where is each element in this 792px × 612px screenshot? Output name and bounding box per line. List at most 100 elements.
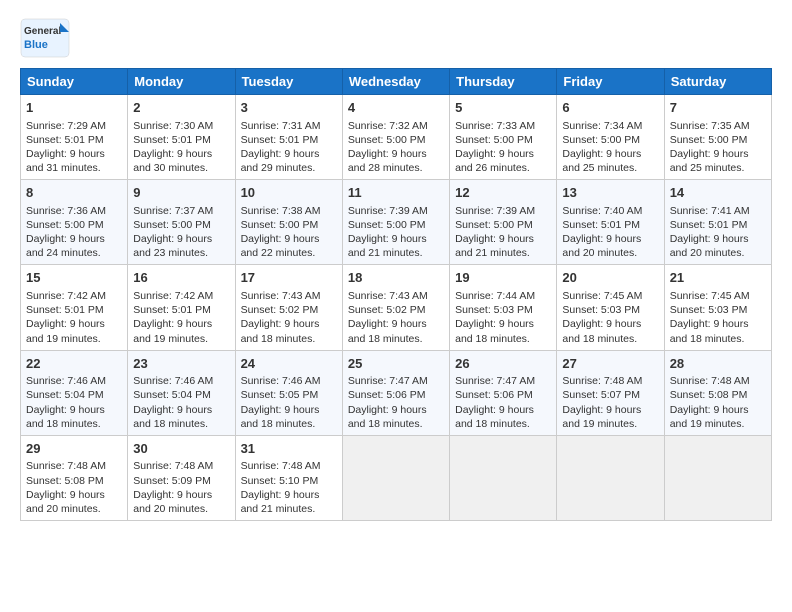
daylight-text: Daylight: 9 hours and 20 minutes.: [670, 233, 749, 259]
calendar-cell: 19Sunrise: 7:44 AMSunset: 5:03 PMDayligh…: [450, 265, 557, 350]
daylight-text: Daylight: 9 hours and 30 minutes.: [133, 148, 212, 174]
calendar-cell: 13 Sunrise: 7:40 AM Sunset: 5:01 PM Dayligh…: [557, 180, 664, 265]
calendar-cell: 5Sunrise: 7:33 AMSunset: 5:00 PMDaylight…: [450, 95, 557, 180]
sunset-text: Sunset: 5:08 PM: [670, 389, 748, 401]
sunrise-text: Sunrise: 7:48 AM: [26, 460, 106, 472]
calendar-week-row: 15Sunrise: 7:42 AMSunset: 5:01 PMDayligh…: [21, 265, 772, 350]
calendar-cell: 4Sunrise: 7:32 AMSunset: 5:00 PMDaylight…: [342, 95, 449, 180]
weekday-header-friday: Friday: [557, 69, 664, 95]
sunrise-text: Sunrise: 7:47 AM: [348, 375, 428, 387]
day-number: 24: [241, 355, 337, 373]
sunrise-text: Sunrise: 7:47 AM: [455, 375, 535, 387]
sunrise-text: Sunrise: 7:37 AM: [133, 205, 213, 217]
logo: General Blue: [20, 18, 70, 58]
day-number: 4: [348, 99, 444, 117]
day-number: 21: [670, 269, 766, 287]
sunset-text: Sunset: 5:07 PM: [562, 389, 640, 401]
day-number: 10: [241, 184, 337, 202]
sunrise-text: Sunrise: 7:35 AM: [670, 120, 750, 132]
daylight-text: Daylight: 9 hours and 20 minutes.: [562, 233, 641, 259]
weekday-header-monday: Monday: [128, 69, 235, 95]
day-number: 9: [133, 184, 229, 202]
daylight-text: Daylight: 9 hours and 19 minutes.: [133, 318, 212, 344]
sunset-text: Sunset: 5:01 PM: [562, 219, 640, 231]
daylight-text: Daylight: 9 hours and 25 minutes.: [562, 148, 641, 174]
daylight-text: Daylight: 9 hours and 18 minutes.: [562, 318, 641, 344]
calendar-cell: 31Sunrise: 7:48 AMSunset: 5:10 PMDayligh…: [235, 435, 342, 520]
calendar-cell: 14Sunrise: 7:41 AMSunset: 5:01 PMDayligh…: [664, 180, 771, 265]
daylight-text: Daylight: 9 hours and 21 minutes.: [241, 489, 320, 515]
calendar-cell: 12Sunrise: 7:39 AMSunset: 5:00 PMDayligh…: [450, 180, 557, 265]
sunset-text: Sunset: 5:01 PM: [133, 304, 211, 316]
calendar-cell: 3Sunrise: 7:31 AMSunset: 5:01 PMDaylight…: [235, 95, 342, 180]
calendar-cell: 25Sunrise: 7:47 AMSunset: 5:06 PMDayligh…: [342, 350, 449, 435]
calendar-cell: [450, 435, 557, 520]
day-number: 2: [133, 99, 229, 117]
calendar-cell: 27Sunrise: 7:48 AMSunset: 5:07 PMDayligh…: [557, 350, 664, 435]
daylight-text: Daylight: 9 hours and 18 minutes.: [241, 318, 320, 344]
sunrise-text: Sunrise: 7:44 AM: [455, 290, 535, 302]
sunrise-text: Sunrise: 7:48 AM: [670, 375, 750, 387]
daylight-text: Daylight: 9 hours and 18 minutes.: [348, 318, 427, 344]
sunrise-text: Sunrise: 7:46 AM: [241, 375, 321, 387]
calendar-cell: 16Sunrise: 7:42 AMSunset: 5:01 PMDayligh…: [128, 265, 235, 350]
daylight-text: Daylight: 9 hours and 18 minutes.: [455, 404, 534, 430]
sunrise-text: Sunrise: 7:41 AM: [670, 205, 750, 217]
calendar-week-row: 8Sunrise: 7:36 AMSunset: 5:00 PMDaylight…: [21, 180, 772, 265]
weekday-header-tuesday: Tuesday: [235, 69, 342, 95]
sunrise-text: Sunrise: 7:39 AM: [455, 205, 535, 217]
calendar-week-row: 1Sunrise: 7:29 AMSunset: 5:01 PMDaylight…: [21, 95, 772, 180]
calendar-cell: 23Sunrise: 7:46 AMSunset: 5:04 PMDayligh…: [128, 350, 235, 435]
sunset-text: Sunset: 5:00 PM: [562, 134, 640, 146]
sunrise-text: Sunrise: 7:31 AM: [241, 120, 321, 132]
calendar-cell: [342, 435, 449, 520]
daylight-text: Daylight: 9 hours and 19 minutes.: [562, 404, 641, 430]
sunrise-text: Sunrise: 7:40 AM: [562, 205, 642, 217]
daylight-text: Daylight: 9 hours and 26 minutes.: [455, 148, 534, 174]
calendar-cell: 17Sunrise: 7:43 AMSunset: 5:02 PMDayligh…: [235, 265, 342, 350]
day-number: 20: [562, 269, 658, 287]
calendar-cell: 8Sunrise: 7:36 AMSunset: 5:00 PMDaylight…: [21, 180, 128, 265]
daylight-text: Daylight: 9 hours and 31 minutes.: [26, 148, 105, 174]
day-number: 31: [241, 440, 337, 458]
sunset-text: Sunset: 5:00 PM: [455, 219, 533, 231]
calendar-cell: 18Sunrise: 7:43 AMSunset: 5:02 PMDayligh…: [342, 265, 449, 350]
day-number: 30: [133, 440, 229, 458]
calendar-cell: 28Sunrise: 7:48 AMSunset: 5:08 PMDayligh…: [664, 350, 771, 435]
sunset-text: Sunset: 5:00 PM: [348, 134, 426, 146]
svg-text:Blue: Blue: [24, 39, 48, 51]
sunrise-text: Sunrise: 7:45 AM: [562, 290, 642, 302]
daylight-text: Daylight: 9 hours and 20 minutes.: [26, 489, 105, 515]
sunset-text: Sunset: 5:03 PM: [670, 304, 748, 316]
day-number: 6: [562, 99, 658, 117]
daylight-text: Daylight: 9 hours and 20 minutes.: [133, 489, 212, 515]
sunset-text: Sunset: 5:10 PM: [241, 475, 319, 487]
sunrise-text: Sunrise: 7:48 AM: [562, 375, 642, 387]
daylight-text: Daylight: 9 hours and 18 minutes.: [26, 404, 105, 430]
daylight-text: Daylight: 9 hours and 22 minutes.: [241, 233, 320, 259]
day-number: 7: [670, 99, 766, 117]
day-number: 15: [26, 269, 122, 287]
daylight-text: Daylight: 9 hours and 23 minutes.: [133, 233, 212, 259]
sunset-text: Sunset: 5:00 PM: [670, 134, 748, 146]
sunset-text: Sunset: 5:03 PM: [455, 304, 533, 316]
daylight-text: Daylight: 9 hours and 18 minutes.: [241, 404, 320, 430]
weekday-header-thursday: Thursday: [450, 69, 557, 95]
sunrise-text: Sunrise: 7:33 AM: [455, 120, 535, 132]
calendar-cell: 26Sunrise: 7:47 AMSunset: 5:06 PMDayligh…: [450, 350, 557, 435]
weekday-header-sunday: Sunday: [21, 69, 128, 95]
day-number: 17: [241, 269, 337, 287]
sunrise-text: Sunrise: 7:34 AM: [562, 120, 642, 132]
sunset-text: Sunset: 5:00 PM: [26, 219, 104, 231]
sunset-text: Sunset: 5:00 PM: [348, 219, 426, 231]
daylight-text: Daylight: 9 hours and 19 minutes.: [26, 318, 105, 344]
daylight-text: Daylight: 9 hours and 18 minutes.: [133, 404, 212, 430]
sunset-text: Sunset: 5:01 PM: [133, 134, 211, 146]
calendar-week-row: 22Sunrise: 7:46 AMSunset: 5:04 PMDayligh…: [21, 350, 772, 435]
sunset-text: Sunset: 5:01 PM: [670, 219, 748, 231]
calendar-cell: 24Sunrise: 7:46 AMSunset: 5:05 PMDayligh…: [235, 350, 342, 435]
day-number: 13: [562, 184, 658, 202]
sunset-text: Sunset: 5:08 PM: [26, 475, 104, 487]
sunrise-text: Sunrise: 7:46 AM: [26, 375, 106, 387]
sunset-text: Sunset: 5:00 PM: [241, 219, 319, 231]
